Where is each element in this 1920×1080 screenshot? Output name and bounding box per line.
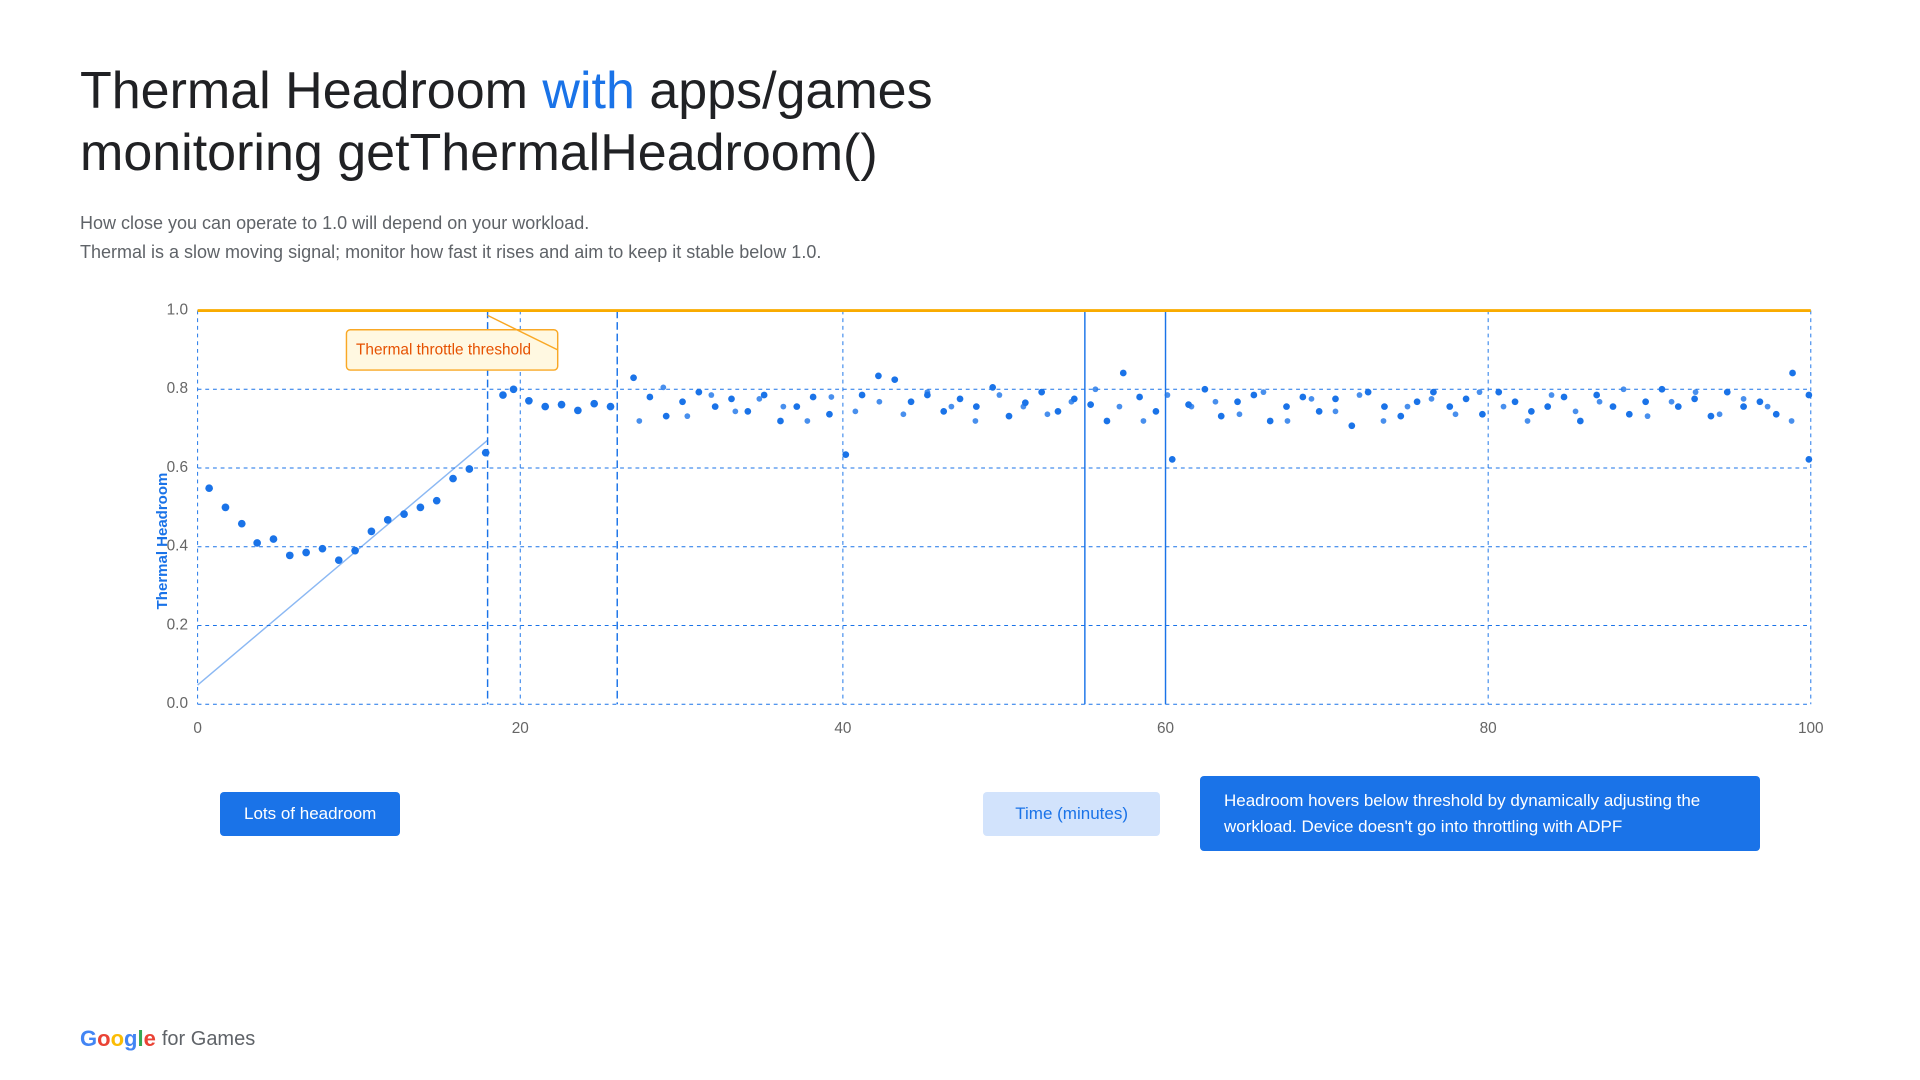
svg-text:100: 100: [1798, 720, 1824, 737]
svg-text:0.0: 0.0: [167, 695, 188, 712]
svg-text:20: 20: [512, 720, 529, 737]
main-container: Thermal Headroom with apps/games monitor…: [0, 0, 1920, 1080]
title-line2: monitoring getThermalHeadroom(): [80, 124, 878, 182]
annotations-row: Lots of headroom Time (minutes) Headroom…: [80, 776, 1840, 851]
google-o-yellow: o: [111, 1026, 124, 1052]
subtitle: How close you can operate to 1.0 will de…: [80, 209, 1840, 267]
title-part2: apps/games: [635, 62, 933, 120]
title-part1: Thermal Headroom: [80, 62, 542, 120]
logo-for-games: for Games: [162, 1028, 255, 1051]
footer-logo: Googlefor Games: [80, 1026, 255, 1052]
chart-svg: 0.0 0.2 0.4 0.6 0.8 1.0 0 20 40 60 80 10…: [140, 296, 1830, 786]
page-title: Thermal Headroom with apps/games monitor…: [80, 60, 1840, 185]
subtitle-line2: Thermal is a slow moving signal; monitor…: [80, 242, 821, 262]
svg-text:60: 60: [1157, 720, 1174, 737]
svg-text:0.8: 0.8: [167, 381, 188, 398]
chart-wrapper: Thermal Headroom: [80, 296, 1840, 786]
chart-inner: 0.0 0.2 0.4 0.6 0.8 1.0 0 20 40 60 80 10…: [140, 296, 1830, 786]
title-with: with: [542, 62, 634, 120]
subtitle-line1: How close you can operate to 1.0 will de…: [80, 213, 589, 233]
annotation-adpf: Headroom hovers below threshold by dynam…: [1200, 776, 1760, 851]
svg-text:80: 80: [1480, 720, 1497, 737]
google-e-red: e: [144, 1026, 156, 1052]
google-g-blue: G: [80, 1026, 97, 1052]
svg-text:Thermal throttle threshold: Thermal throttle threshold: [356, 342, 531, 359]
google-o-red: o: [97, 1026, 110, 1052]
google-g-blue2: g: [124, 1026, 137, 1052]
y-axis-label: Thermal Headroom: [154, 473, 171, 610]
svg-text:1.0: 1.0: [167, 302, 188, 319]
svg-text:0.2: 0.2: [167, 617, 188, 634]
annotation-time-minutes: Time (minutes): [983, 792, 1160, 836]
annotation-lots-of-headroom: Lots of headroom: [220, 792, 400, 836]
svg-text:0: 0: [193, 720, 202, 737]
svg-text:40: 40: [834, 720, 851, 737]
